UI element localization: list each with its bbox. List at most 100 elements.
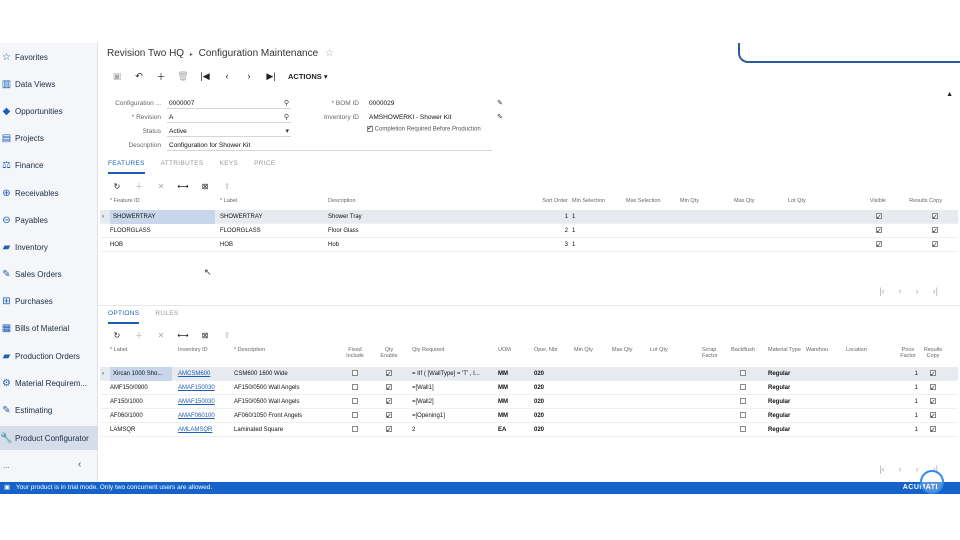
- checkbox-icon[interactable]: [932, 239, 938, 252]
- column-header-lot-qty[interactable]: Lot Qty: [788, 198, 806, 208]
- cell-description[interactable]: Hob: [328, 238, 488, 252]
- help-bubble-icon[interactable]: [920, 470, 944, 494]
- next-page-icon[interactable]: ›: [916, 286, 919, 296]
- checkbox-icon[interactable]: [740, 412, 746, 419]
- column-header-max-qty[interactable]: Max Qty: [734, 198, 754, 208]
- cell-sort-order[interactable]: 3: [534, 238, 568, 252]
- tab-features[interactable]: FEATURES: [108, 160, 145, 174]
- completion-check-icon[interactable]: [367, 124, 373, 132]
- sidebar-item-material-requirem[interactable]: ⚙ Material Requirem...: [0, 371, 98, 395]
- last-page-icon[interactable]: ›|: [933, 286, 938, 296]
- cell-inventory-id[interactable]: AMAF150030: [178, 395, 230, 409]
- cell-material-type[interactable]: Regular: [768, 381, 804, 395]
- column-header-qty-enabled[interactable]: Qty Enable: [378, 347, 400, 359]
- first-page-icon[interactable]: |‹: [879, 464, 884, 474]
- cell-feature-id[interactable]: SHOWERTRAY: [110, 210, 215, 224]
- sidebar-item-finance[interactable]: ⚖ Finance: [0, 153, 98, 177]
- backflush-checkbox[interactable]: [728, 423, 758, 437]
- actions-menu-button[interactable]: ACTIONS ▾: [288, 72, 328, 81]
- upload-icon[interactable]: ⇪: [216, 328, 238, 342]
- sidebar-item-opportunities[interactable]: ◆ Opportunities: [0, 99, 98, 123]
- delete-row-icon[interactable]: ✕: [150, 328, 172, 342]
- previous-record-icon[interactable]: ‹: [216, 69, 238, 83]
- company-name[interactable]: Revision Two HQ: [107, 48, 184, 59]
- cell-material-type[interactable]: Regular: [768, 409, 804, 423]
- checkbox-icon[interactable]: [930, 396, 936, 409]
- add-row-icon[interactable]: ＋: [128, 179, 150, 193]
- cell-description[interactable]: AF150/0500 Wall Angels: [234, 381, 334, 395]
- cell-price-factor[interactable]: 1: [898, 381, 918, 395]
- prev-page-icon[interactable]: ‹: [899, 464, 902, 474]
- column-header-visible[interactable]: Visible: [846, 198, 886, 208]
- cell-min-sel[interactable]: 1: [572, 210, 622, 224]
- column-header-min-qty[interactable]: Min Qty: [680, 198, 699, 208]
- add-icon[interactable]: ＋: [150, 69, 172, 83]
- checkbox-icon[interactable]: [740, 426, 746, 433]
- first-page-icon[interactable]: |‹: [879, 286, 884, 296]
- checkbox-icon[interactable]: [930, 424, 936, 437]
- cell-description[interactable]: Floor Glass: [328, 224, 488, 238]
- fixed-include-checkbox[interactable]: [340, 409, 370, 423]
- cell-material-type[interactable]: Regular: [768, 367, 804, 381]
- cell-inventory-id[interactable]: AMLAMSQR: [178, 423, 230, 437]
- checkbox-icon[interactable]: [352, 384, 358, 391]
- column-header-description[interactable]: * Description: [234, 347, 334, 357]
- cell-oper-nbr[interactable]: 020: [534, 423, 560, 437]
- cell-price-factor[interactable]: 1: [898, 409, 918, 423]
- results-copy-checkbox[interactable]: [900, 210, 942, 224]
- checkbox-icon[interactable]: [386, 396, 392, 409]
- next-page-icon[interactable]: ›: [916, 464, 919, 474]
- cell-oper-nbr[interactable]: 020: [534, 381, 560, 395]
- fixed-include-checkbox[interactable]: [340, 423, 370, 437]
- cell-min-sel[interactable]: 1: [572, 224, 622, 238]
- cell-label[interactable]: AF060/1000: [110, 409, 172, 423]
- revision-field[interactable]: A ⚲: [167, 112, 291, 123]
- checkbox-icon[interactable]: [930, 382, 936, 395]
- cell-qty-required[interactable]: =[Wall1]: [412, 381, 494, 395]
- edit-pencil-icon[interactable]: ✎: [497, 98, 503, 109]
- checkbox-icon[interactable]: [876, 239, 882, 252]
- column-header-qty-required[interactable]: Qty Required: [412, 347, 494, 357]
- save-icon[interactable]: ▣: [106, 69, 128, 83]
- column-header-sort-order[interactable]: Sort Order: [534, 198, 568, 208]
- cell-label[interactable]: AMF150/0900: [110, 381, 172, 395]
- visible-checkbox[interactable]: [846, 210, 886, 224]
- delete-icon[interactable]: 🗑: [172, 69, 194, 83]
- backflush-checkbox[interactable]: [728, 409, 758, 423]
- favorite-star-icon[interactable]: ☆: [325, 48, 334, 59]
- backflush-checkbox[interactable]: [728, 395, 758, 409]
- table-row[interactable]: AF150/1000 AMAF150030 AF150/0500 Wall Ange…: [100, 395, 958, 409]
- tab-attributes[interactable]: ATTRIBUTES: [161, 160, 204, 174]
- cell-uom[interactable]: MM: [498, 395, 526, 409]
- cell-material-type[interactable]: Regular: [768, 423, 804, 437]
- cell-sort-order[interactable]: 1: [534, 210, 568, 224]
- column-header-location[interactable]: Location: [846, 347, 882, 357]
- table-row[interactable]: › SHOWERTRAY SHOWERTRAY Shower Tray 1 1: [100, 210, 958, 224]
- cell-label[interactable]: FLOORGLASS: [220, 224, 320, 238]
- first-record-icon[interactable]: |◀: [194, 69, 216, 83]
- sidebar-item-sales-orders[interactable]: ✎ Sales Orders: [0, 262, 98, 286]
- checkbox-icon[interactable]: [876, 225, 882, 238]
- results-copy-checkbox[interactable]: [900, 238, 942, 252]
- table-row[interactable]: LAMSQR AMLAMSQR Laminated Square 2 EA 020 Regu…: [100, 423, 958, 437]
- collapse-up-icon[interactable]: ▲: [946, 91, 953, 98]
- cell-uom[interactable]: MM: [498, 381, 526, 395]
- checkbox-icon[interactable]: [876, 211, 882, 224]
- sidebar-item-purchases[interactable]: ⊞ Purchases: [0, 289, 98, 313]
- cell-oper-nbr[interactable]: 020: [534, 395, 560, 409]
- column-header-backflush[interactable]: Backflush: [728, 347, 758, 357]
- table-row[interactable]: AF060/1000 AMAF060100 AF060/1050 Front Ang…: [100, 409, 958, 423]
- results-copy-checkbox[interactable]: [922, 381, 944, 395]
- sidebar-item-inventory[interactable]: ▰ Inventory: [0, 235, 98, 259]
- prev-page-icon[interactable]: ‹: [899, 286, 902, 296]
- column-header-results-copy[interactable]: Results Copy: [922, 347, 944, 359]
- results-copy-checkbox[interactable]: [922, 367, 944, 381]
- cell-uom[interactable]: MM: [498, 409, 526, 423]
- cell-inventory-id[interactable]: AMAF150030: [178, 381, 230, 395]
- checkbox-icon[interactable]: [352, 370, 358, 377]
- column-header-uom[interactable]: UOM: [498, 347, 526, 357]
- configuration-field[interactable]: 0000007 ⚲: [167, 98, 291, 109]
- sidebar-item-estimating[interactable]: ✎ Estimating: [0, 398, 98, 422]
- backflush-checkbox[interactable]: [728, 367, 758, 381]
- results-copy-checkbox[interactable]: [922, 395, 944, 409]
